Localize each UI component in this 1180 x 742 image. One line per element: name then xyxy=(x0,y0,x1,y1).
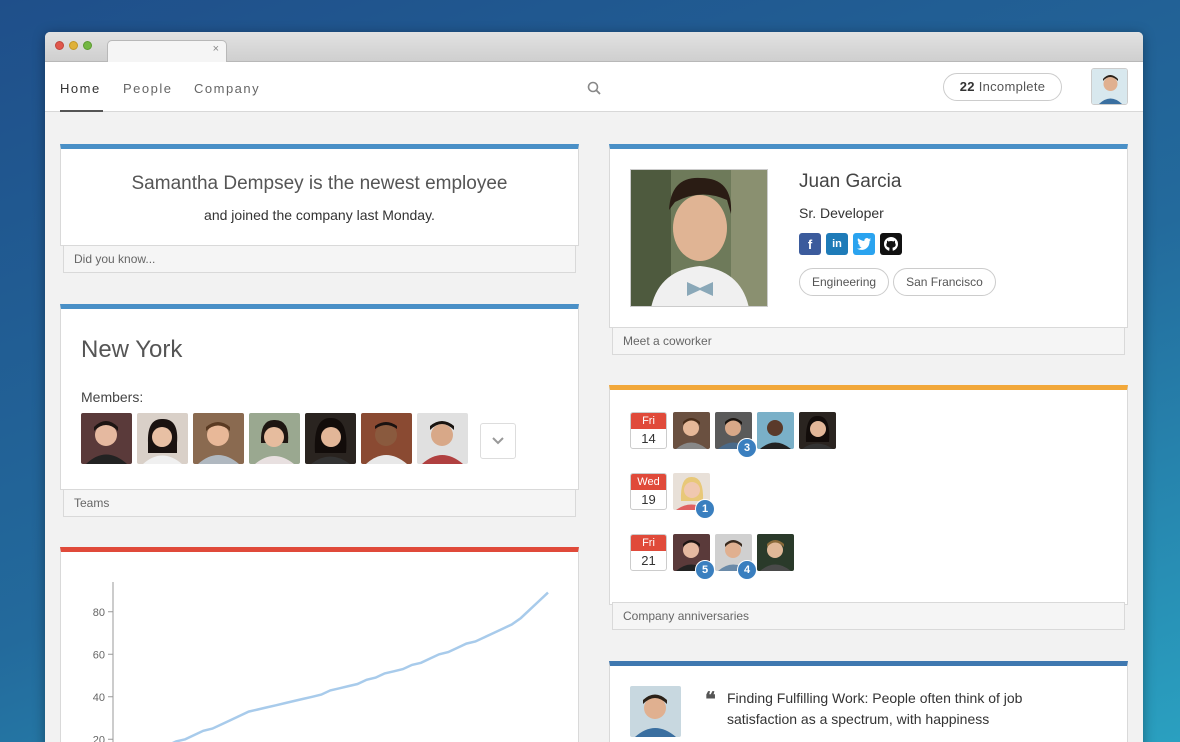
members-label: Members: xyxy=(81,389,144,405)
top-navbar: Home People Company 22 Incomplete xyxy=(45,62,1143,112)
incomplete-tasks-button[interactable]: 22 Incomplete xyxy=(943,73,1062,101)
member-avatar[interactable] xyxy=(361,413,412,464)
coworker-name: Juan Garcia xyxy=(799,171,902,192)
nav-home[interactable]: Home xyxy=(60,81,101,96)
anniversary-years-badge: 3 xyxy=(737,438,757,458)
tag-location[interactable]: San Francisco xyxy=(893,268,996,296)
maximize-window-button[interactable] xyxy=(83,41,92,50)
anniversary-avatar[interactable]: 4 xyxy=(715,534,757,580)
coworker-card: Juan Garcia Sr. Developer f in Engineeri… xyxy=(609,144,1128,328)
quote-icon: ❝ xyxy=(705,687,716,711)
github-icon[interactable] xyxy=(880,233,902,255)
anniversary-avatar[interactable] xyxy=(757,412,794,449)
team-card: New York Members: xyxy=(60,304,579,490)
tab-close-icon[interactable]: × xyxy=(213,43,219,55)
calendar-date: Fri 21 xyxy=(630,534,667,571)
minimize-window-button[interactable] xyxy=(69,41,78,50)
series-line xyxy=(171,591,549,742)
article-author-avatar[interactable] xyxy=(630,686,681,737)
member-avatar[interactable] xyxy=(305,413,356,464)
members-list xyxy=(81,413,468,464)
member-avatar[interactable] xyxy=(193,413,244,464)
nav-company[interactable]: Company xyxy=(194,81,260,96)
expand-members-button[interactable] xyxy=(480,423,516,459)
member-avatar[interactable] xyxy=(417,413,468,464)
anniversary-years-badge: 4 xyxy=(737,560,757,580)
calendar-date: Wed 19 xyxy=(630,473,667,510)
fact-headline: Samantha Dempsey is the newest employee xyxy=(131,173,508,194)
line-chart: 20 40 60 80 xyxy=(93,582,549,742)
coworker-photo xyxy=(630,169,768,307)
fact-subline: and joined the company last Monday. xyxy=(204,207,435,223)
member-avatar[interactable] xyxy=(249,413,300,464)
incomplete-count: 22 xyxy=(959,79,975,94)
coworker-tags: Engineering San Francisco xyxy=(799,268,996,296)
user-avatar[interactable] xyxy=(1091,68,1128,105)
calendar-date: Fri 14 xyxy=(630,412,667,449)
social-links: f in xyxy=(799,233,902,255)
fact-card: Samantha Dempsey is the newest employee … xyxy=(60,144,579,246)
member-avatar[interactable] xyxy=(81,413,132,464)
coworker-title: Sr. Developer xyxy=(799,205,884,221)
article-excerpt[interactable]: Finding Fulfilling Work: People often th… xyxy=(727,688,1057,730)
anniversary-avatar[interactable] xyxy=(757,534,794,571)
chart-card: 20 40 60 80 xyxy=(60,547,579,742)
linkedin-icon[interactable]: in xyxy=(826,233,848,255)
anniversary-avatar[interactable]: 3 xyxy=(715,412,757,458)
anniversary-years-badge: 5 xyxy=(695,560,715,580)
coworker-card-footer: Meet a coworker xyxy=(612,327,1125,355)
member-avatar[interactable] xyxy=(137,413,188,464)
anniversary-row: Fri 21 5 4 xyxy=(630,534,799,580)
y-tick-label: 80 xyxy=(93,607,105,619)
anniversary-row: Fri 14 3 xyxy=(630,412,841,458)
active-nav-indicator xyxy=(60,110,103,112)
tag-department[interactable]: Engineering xyxy=(799,268,890,296)
article-card: ❝ Finding Fulfilling Work: People often … xyxy=(609,661,1128,742)
anniversary-row: Wed 19 1 xyxy=(630,473,715,519)
y-tick-label: 40 xyxy=(93,692,105,704)
anniversary-avatar[interactable]: 1 xyxy=(673,473,715,519)
anniversary-avatar[interactable]: 5 xyxy=(673,534,715,580)
y-tick-label: 60 xyxy=(93,649,105,661)
y-tick-label: 20 xyxy=(93,734,105,742)
anniversaries-card: Fri 14 3 Wed 19 1 Fri 21 5 4 xyxy=(609,385,1128,605)
browser-tab[interactable]: × xyxy=(107,40,227,62)
incomplete-label: Incomplete xyxy=(978,79,1046,94)
browser-window: × Home People Company 22 Incomplete Sama… xyxy=(45,32,1143,742)
facebook-icon[interactable]: f xyxy=(799,233,821,255)
anniversaries-card-footer: Company anniversaries xyxy=(612,602,1125,630)
fact-card-footer: Did you know... xyxy=(63,245,576,273)
close-window-button[interactable] xyxy=(55,41,64,50)
team-card-footer: Teams xyxy=(63,489,576,517)
anniversary-avatar[interactable] xyxy=(673,412,710,449)
anniversary-years-badge: 1 xyxy=(695,499,715,519)
nav-people[interactable]: People xyxy=(123,81,172,96)
team-name: New York xyxy=(81,336,183,363)
twitter-icon[interactable] xyxy=(853,233,875,255)
search-icon[interactable] xyxy=(587,81,601,95)
browser-chrome: × xyxy=(45,32,1143,62)
anniversary-avatar[interactable] xyxy=(799,412,836,449)
chevron-down-icon xyxy=(492,437,504,445)
